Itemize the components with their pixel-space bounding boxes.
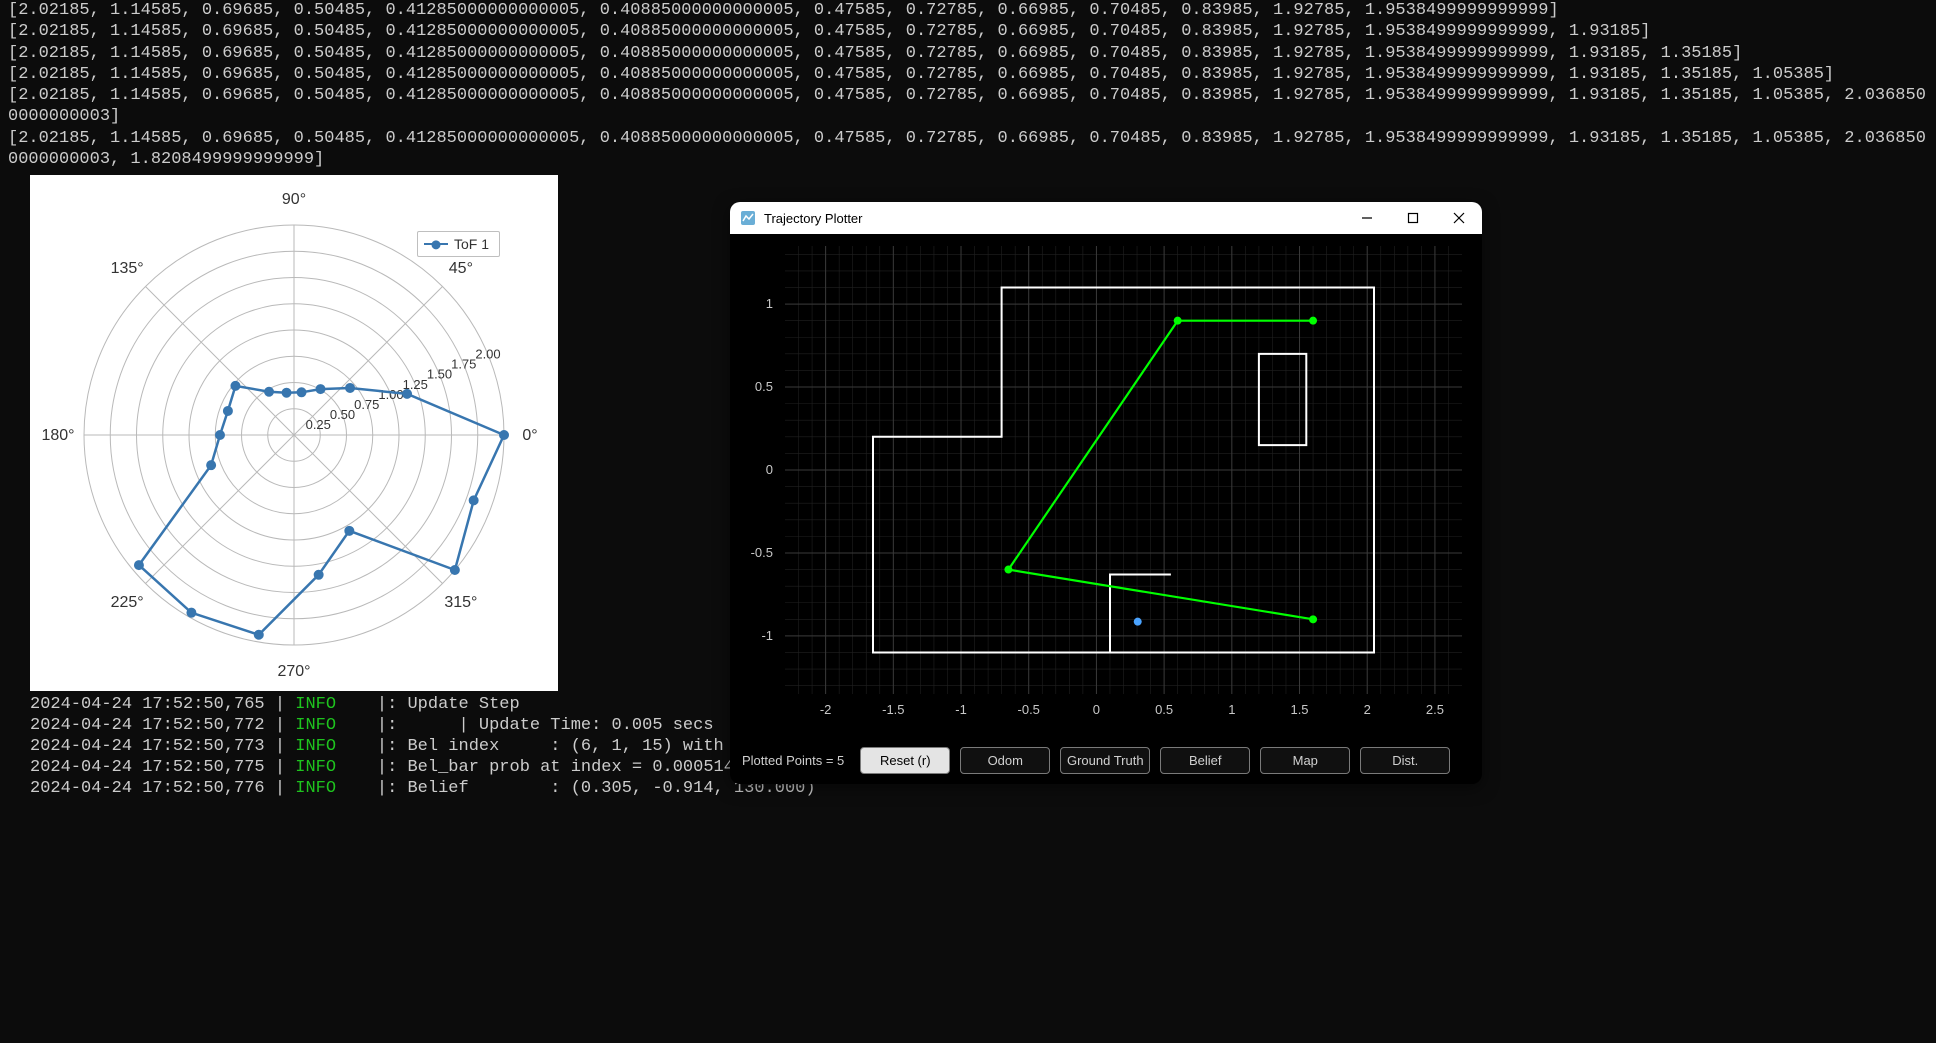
log-ts: 2024-04-24 17:52:50,775 [30,758,265,777]
app-icon [740,210,756,226]
svg-text:-0.5: -0.5 [1018,702,1040,717]
svg-text:2.5: 2.5 [1426,702,1444,717]
trajectory-window: Trajectory Plotter -2 -1.5 -1 -0.5 0 0.5 1 1.5 2… [730,202,1482,784]
window-title: Trajectory Plotter [764,211,1344,226]
maximize-button[interactable] [1390,202,1436,234]
svg-text:0.5: 0.5 [1155,702,1173,717]
terminal-line: [2.02185, 1.14585, 0.69685, 0.50485, 0.4… [8,21,1928,42]
svg-text:-1: -1 [761,628,773,643]
svg-text:0: 0 [1093,702,1100,717]
log-msg: |: Update Step [377,695,520,714]
minimize-button[interactable] [1344,202,1390,234]
polar-legend: ToF 1 [417,231,500,257]
svg-text:0.50: 0.50 [330,407,355,422]
reset-button[interactable]: Reset (r) [860,747,950,774]
polar-plot: 0° 45° 90° 135° 180° 225° 270° 315° 0.250.500.75… [30,175,558,691]
titlebar[interactable]: Trajectory Plotter [730,202,1482,234]
svg-text:2: 2 [1364,702,1371,717]
svg-text:-1: -1 [955,702,967,717]
legend-swatch-icon [424,243,448,245]
ground-truth-button[interactable]: Ground Truth [1060,747,1150,774]
svg-text:1.5: 1.5 [1290,702,1308,717]
svg-text:0°: 0° [522,427,537,444]
log-level: INFO [295,779,336,798]
log-level: INFO [295,758,336,777]
svg-text:1: 1 [1228,702,1235,717]
svg-text:135°: 135° [111,260,144,277]
log-ts: 2024-04-24 17:52:50,773 [30,737,265,756]
terminal-line: [2.02185, 1.14585, 0.69685, 0.50485, 0.4… [8,0,1928,21]
close-button[interactable] [1436,202,1482,234]
log-level: INFO [295,695,336,714]
svg-text:0: 0 [766,462,773,477]
svg-text:45°: 45° [449,260,473,277]
terminal-line: [2.02185, 1.14585, 0.69685, 0.50485, 0.4… [8,43,1928,64]
svg-text:270°: 270° [277,663,310,680]
plotted-points-label: Plotted Points = 5 [742,753,844,768]
svg-text:90°: 90° [282,191,306,208]
svg-text:-1.5: -1.5 [882,702,904,717]
svg-text:0.25: 0.25 [306,417,331,432]
terminal-line: [2.02185, 1.14585, 0.69685, 0.50485, 0.4… [8,64,1928,85]
svg-text:-0.5: -0.5 [751,545,773,560]
log-ts: 2024-04-24 17:52:50,765 [30,695,265,714]
svg-text:0.5: 0.5 [755,379,773,394]
svg-text:180°: 180° [41,427,74,444]
terminal-line: [2.02185, 1.14585, 0.69685, 0.50485, 0.4… [8,85,1928,128]
log-ts: 2024-04-24 17:52:50,772 [30,716,265,735]
odom-button[interactable]: Odom [960,747,1050,774]
svg-text:-2: -2 [820,702,832,717]
svg-text:225°: 225° [111,594,144,611]
svg-text:1.75: 1.75 [451,357,476,372]
log-level: INFO [295,737,336,756]
terminal-line: [2.02185, 1.14585, 0.69685, 0.50485, 0.4… [8,128,1928,171]
map-button[interactable]: Map [1260,747,1350,774]
svg-text:1.50: 1.50 [427,367,452,382]
log-level: INFO [295,716,336,735]
svg-text:0.75: 0.75 [354,397,379,412]
svg-text:2.00: 2.00 [475,347,500,362]
svg-text:1: 1 [766,296,773,311]
log-msg: |: | Update Time: 0.005 secs [377,716,714,735]
trajectory-toolbar: Plotted Points = 5 Reset (r) Odom Ground… [730,736,1482,784]
dist-button[interactable]: Dist. [1360,747,1450,774]
legend-label: ToF 1 [454,236,489,252]
terminal-output: [2.02185, 1.14585, 0.69685, 0.50485, 0.4… [0,0,1936,170]
trajectory-plot[interactable]: -2 -1.5 -1 -0.5 0 0.5 1 1.5 2 2.5 -1 -0.5 0 0.5 1 [730,234,1482,736]
belief-button[interactable]: Belief [1160,747,1250,774]
log-ts: 2024-04-24 17:52:50,776 [30,779,265,798]
svg-text:315°: 315° [444,594,477,611]
